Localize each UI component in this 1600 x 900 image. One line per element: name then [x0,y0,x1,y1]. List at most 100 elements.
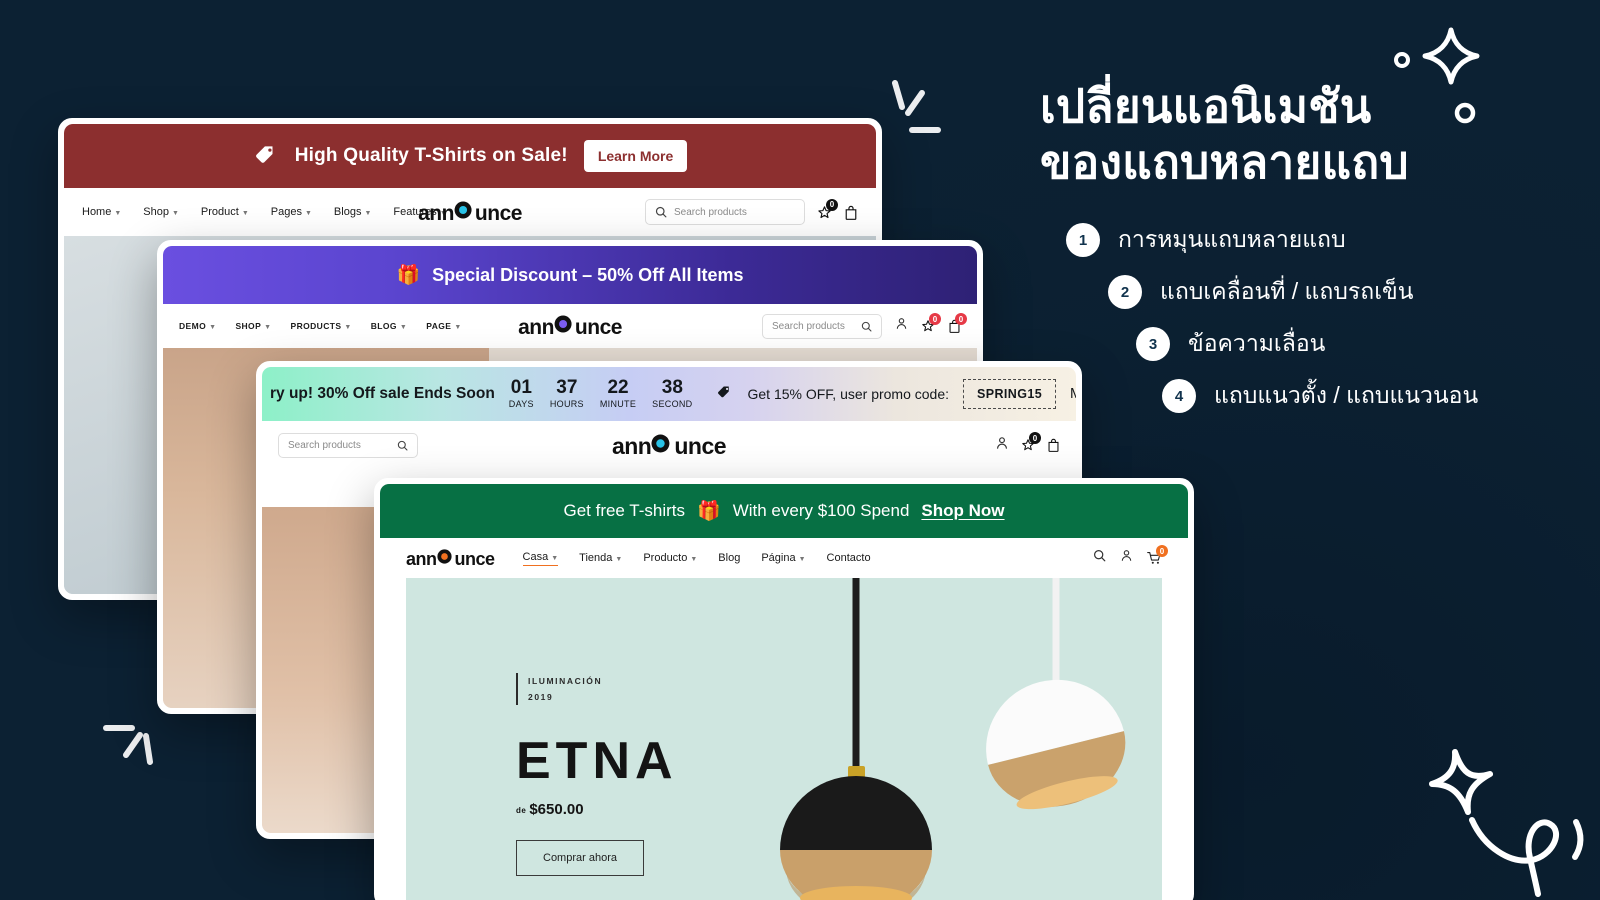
announcement-bar-3[interactable]: ry up! 30% Off sale Ends Soon 01 DAYS 37 H… [262,367,1076,421]
price-tag-icon [716,383,733,405]
logo-dot-icon [454,199,475,220]
card3-navbar-top: Search products ann unce 0 [262,421,1076,469]
countdown-timer: 01 DAYS 37 HOURS 22 MINUTE 38 SECOND [509,378,693,409]
feature-list: 1 การหมุนแถบหลายแถบ 2 แถบเคลื่อนที่ / แถ… [1040,222,1580,414]
gift-icon: 🎁 [697,501,721,522]
nav-item-blog[interactable]: BLOG ▼ [371,321,408,331]
cart-badge: 0 [955,313,967,325]
nav-item-product[interactable]: Product▼ [201,206,249,218]
announcement-text: Special Discount – 50% Off All Items [432,264,744,285]
search-placeholder: Search products [772,320,845,332]
account-button[interactable] [1120,549,1133,567]
feature-item-2: 2 แถบเคลื่อนที่ / แถบรถเข็น [1040,274,1580,310]
card1-nav-links: Home ▼ Shop ▼ Product ▼ Pages ▼ Blogs ▼ Featu… [82,206,447,218]
announcement-text-after: With every $100 Spend [732,501,910,520]
product-price: de $650.00 [516,801,584,819]
logo-text-2: unce [474,201,523,225]
brand-logo[interactable]: ann unce [611,431,727,460]
countdown-seconds: 38 SECOND [652,377,693,410]
feature-item-3: 3 ข้อความเลื่อน [1040,326,1580,362]
page-title: เปลี่ยนแอนิเมชันของแถบหลายแถบ [1040,80,1409,189]
nav-item-home[interactable]: Home▼ [82,206,121,218]
cart-button[interactable]: 0 [948,313,967,333]
card4-hero: ILUMINACIÓN 2019 ETNA de $650.00 Comprar a… [406,578,1162,900]
account-button[interactable] [895,317,908,335]
learn-more-button[interactable]: Learn More [583,140,688,172]
price-tag-icon [253,141,279,172]
user-icon [896,318,907,329]
feature-label: แถบเคลื่อนที่ / แถบรถเข็น [1160,278,1414,305]
pendant-lamp-black-icon [780,578,932,900]
search-icon [655,206,667,218]
announcement-bar-1[interactable]: High Quality T-Shirts on Sale! Learn Mor… [64,124,876,188]
cart-button[interactable]: 0 [1147,545,1168,565]
feature-item-4: 4 แถบแนวตั้ง / แถบแนวนอน [1040,378,1580,414]
wishlist-button[interactable]: 0 [1021,432,1041,452]
logo-text: ann [418,201,454,225]
gift-icon: 🎁 [396,265,421,286]
nav-item-tienda[interactable]: Tienda ▼ [579,552,622,564]
nav-item-contacto[interactable]: Contacto [827,552,871,564]
user-icon [1121,550,1132,561]
logo-dot-icon [651,431,674,454]
search-button[interactable] [1093,549,1106,567]
wishlist-button[interactable]: 0 [817,198,838,220]
user-icon [996,436,1008,449]
nav-item-producto[interactable]: Producto ▼ [643,552,697,564]
search-input[interactable]: Search products [278,432,418,458]
logo-dot-icon [436,547,455,565]
card2-navbar: DEMO ▼ SHOP ▼ PRODUCTS ▼ BLOG ▼ PAGE ▼ ann unc… [163,304,977,348]
announcement-bar-4[interactable]: Get free T-shirts 🎁 With every $100 Spen… [380,484,1188,538]
logo-text: ann [518,315,554,339]
cart-badge: 0 [1156,545,1168,557]
nav-item-blog[interactable]: Blog [718,552,740,564]
right-info-panel: เปลี่ยนแอนิเมชันของแถบหลายแถบ 1 การหมุนแ… [1040,78,1580,430]
logo-text-2: unce [574,315,623,339]
card1-navbar: Home ▼ Shop ▼ Product ▼ Pages ▼ Blogs ▼ Featu… [64,188,876,236]
countdown-days: 01 DAYS [508,377,534,410]
nav-item-shop[interactable]: SHOP ▼ [235,321,271,331]
feature-label: การหมุนแถบหลายแถบ [1118,226,1346,253]
nav-item-pages[interactable]: Pages▼ [271,206,312,218]
search-icon [397,440,408,451]
nav-item-shop[interactable]: Shop▼ [143,206,179,218]
promo-text: Get 15% OFF, user promo code: [747,386,950,402]
cart-button[interactable] [844,205,858,220]
nav-item-pagina[interactable]: Página ▼ [761,552,805,564]
browser-card-4: Get free T-shirts 🎁 With every $100 Spen… [374,478,1194,900]
search-input[interactable]: Search products [762,313,882,339]
pendant-lamp-white-icon [986,578,1126,810]
nav-item-demo[interactable]: DEMO ▼ [179,321,216,331]
shop-now-link[interactable]: Shop Now [921,501,1004,521]
wishlist-badge: 0 [1029,432,1041,444]
brand-logo[interactable]: ann unce [418,199,522,226]
search-placeholder: Search products [288,439,361,451]
announcement-text-before: Get free T-shirts [563,501,686,520]
logo-text-2: unce [674,432,727,459]
nav-item-page[interactable]: PAGE ▼ [426,321,461,331]
brand-logo[interactable]: ann unce [518,313,622,340]
hero-category: ILUMINACIÓN 2019 [516,673,678,706]
buy-now-button[interactable]: Comprar ahora [516,840,644,877]
countdown-hours: 37 HOURS [549,377,584,410]
search-icon [861,321,872,332]
feature-label: แถบแนวตั้ง / แถบแนวนอน [1214,382,1479,409]
nav-item-blogs[interactable]: Blogs▼ [334,206,371,218]
search-input[interactable]: Search products [645,199,805,225]
cart-button[interactable] [1047,438,1060,452]
logo-text: ann [611,432,652,459]
logo-text-2: unce [454,548,496,569]
search-placeholder: Search products [674,206,747,218]
account-button[interactable] [995,436,1009,455]
announcement-bar-2[interactable]: 🎁 Special Discount – 50% Off All Items [163,246,977,304]
countdown-headline: ry up! 30% Off sale Ends Soon [270,385,495,402]
search-icon [1094,550,1106,562]
wishlist-button[interactable]: 0 [921,313,941,333]
nav-item-casa[interactable]: Casa ▼ [522,551,559,566]
nav-item-products[interactable]: PRODUCTS ▼ [291,321,352,331]
wishlist-badge: 0 [929,313,941,325]
logo-dot-icon [554,313,575,334]
feature-number: 3 [1136,327,1170,362]
brand-logo[interactable]: ann unce [406,547,495,570]
hero-copy: ILUMINACIÓN 2019 ETNA de $650.00 Comprar a… [516,673,678,877]
